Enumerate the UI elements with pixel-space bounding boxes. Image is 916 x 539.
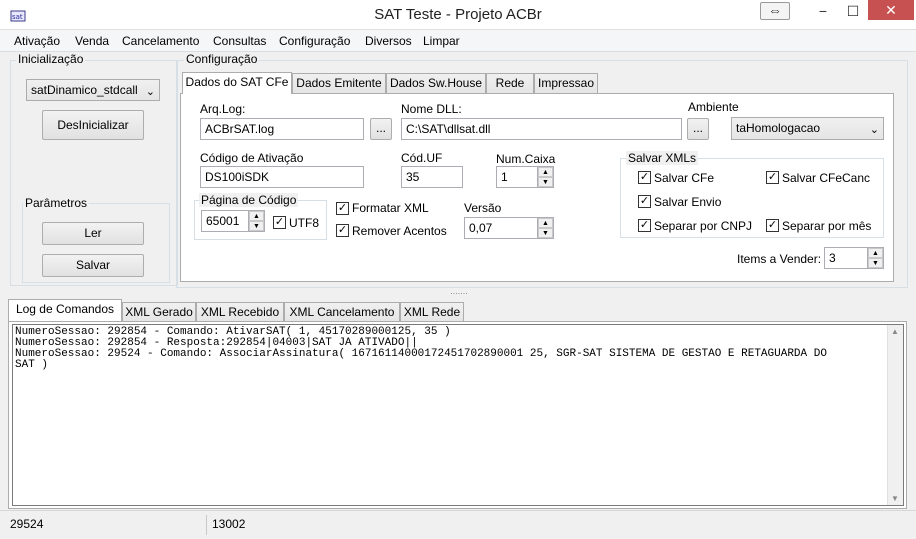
remover-acentos-checkbox[interactable]: ✓ [336, 224, 349, 237]
inicializacao-title: Inicialização [16, 52, 86, 66]
cod-uf-input[interactable]: 35 [401, 166, 463, 188]
menu-bar: Ativação Venda Cancelamento Consultas Co… [0, 30, 916, 52]
nome-dll-label: Nome DLL: [401, 102, 462, 116]
num-caixa-spinner[interactable]: 1 ▲ ▼ [496, 166, 554, 188]
desinicializar-button[interactable]: DesInicializar [42, 110, 144, 140]
formatar-xml-checkbox[interactable]: ✓ [336, 202, 349, 215]
utf8-checkbox[interactable]: ✓ [273, 216, 286, 229]
ler-button[interactable]: Ler [42, 222, 144, 245]
spin-down-icon[interactable]: ▼ [538, 177, 553, 187]
num-caixa-value: 1 [501, 170, 508, 184]
lib-combo[interactable]: satDinamico_stdcall ⌄ [26, 79, 160, 101]
nome-dll-input[interactable]: C:\SAT\dllsat.dll [401, 118, 682, 140]
chevron-down-icon: ⌄ [869, 124, 879, 136]
log-line: NumeroSessao: 29524 - Comando: AssociarA… [15, 348, 827, 360]
parametros-title: Parâmetros [23, 196, 90, 210]
log-textarea[interactable]: NumeroSessao: 292854 - Comando: AtivarSA… [12, 324, 904, 506]
versao-spinner[interactable]: 0,07 ▲ ▼ [464, 217, 554, 239]
cod-uf-label: Cód.UF [401, 151, 443, 165]
tab-xml-rede[interactable]: XML Rede [400, 302, 464, 322]
pagina-codigo-spin: ▲ ▼ [248, 211, 264, 231]
ambiente-label: Ambiente [688, 100, 739, 114]
salvar-button[interactable]: Salvar [42, 254, 144, 277]
pagina-codigo-value: 65001 [206, 214, 240, 228]
spin-up-icon[interactable]: ▲ [868, 248, 883, 258]
menu-venda[interactable]: Venda [75, 34, 109, 48]
scroll-up-icon[interactable]: ▲ [891, 327, 899, 336]
spin-down-icon[interactable]: ▼ [538, 228, 553, 238]
arq-log-label: Arq.Log: [200, 102, 246, 116]
restore-button[interactable]: ⇔ [760, 2, 790, 20]
ambiente-value: taHomologacao [736, 121, 821, 135]
salvar-cfecanc-checkbox[interactable]: ✓ [766, 171, 779, 184]
tab-dados-sat-cfe[interactable]: Dados do SAT CFe [182, 72, 292, 94]
menu-limpar[interactable]: Limpar [423, 34, 460, 48]
menu-configuracao[interactable]: Configuração [279, 34, 350, 48]
codigo-ativacao-label: Código de Ativação [200, 151, 304, 165]
lib-combo-value: satDinamico_stdcall [31, 83, 138, 97]
tab-impressao[interactable]: Impressao [534, 73, 598, 93]
tab-xml-recebido[interactable]: XML Recebido [196, 302, 284, 322]
status-right: 13002 [212, 517, 246, 531]
codigo-ativacao-input[interactable]: DS100iSDK [200, 166, 364, 188]
utf8-label: UTF8 [289, 216, 319, 230]
spin-up-icon[interactable]: ▲ [249, 211, 264, 221]
remover-acentos-label: Remover Acentos [352, 224, 447, 238]
splitter-grip[interactable]: ....... [444, 287, 474, 296]
scroll-down-icon[interactable]: ▼ [891, 494, 899, 503]
items-vender-label: Items a Vender: [737, 252, 822, 266]
tab-log-comandos[interactable]: Log de Comandos [8, 299, 122, 321]
separar-cnpj-label: Separar por CNPJ [654, 219, 753, 233]
menu-diversos[interactable]: Diversos [365, 34, 412, 48]
nome-dll-browse-button[interactable]: ... [687, 118, 709, 140]
tab-dados-sw-house[interactable]: Dados Sw.House [386, 73, 486, 93]
arq-log-browse-button[interactable]: ... [370, 118, 392, 140]
spin-down-icon[interactable]: ▼ [868, 258, 883, 268]
salvar-cfe-checkbox[interactable]: ✓ [638, 171, 651, 184]
minimize-button[interactable]: − [808, 0, 838, 22]
separar-cnpj-checkbox[interactable]: ✓ [638, 219, 651, 232]
num-caixa-spin: ▲ ▼ [537, 167, 553, 187]
menu-ativacao[interactable]: Ativação [14, 34, 60, 48]
log-scrollbar[interactable]: ▲ ▼ [887, 325, 903, 505]
status-left: 29524 [10, 517, 44, 531]
title-bar: sat SAT Teste - Projeto ACBr ⇔ − ☐ ✕ [0, 0, 916, 30]
arq-log-input[interactable]: ACBrSAT.log [200, 118, 364, 140]
status-bar: 29524 13002 [0, 510, 916, 539]
separar-mes-checkbox[interactable]: ✓ [766, 219, 779, 232]
log-line: SAT ) [15, 359, 49, 371]
ambiente-combo[interactable]: taHomologacao ⌄ [731, 117, 884, 140]
spin-up-icon[interactable]: ▲ [538, 218, 553, 228]
pagina-codigo-title: Página de Código [199, 193, 299, 207]
tab-xml-gerado[interactable]: XML Gerado [122, 302, 196, 322]
versao-label: Versão [464, 201, 502, 215]
status-divider [206, 515, 207, 535]
tab-rede[interactable]: Rede [486, 73, 534, 93]
salvar-xmls-title: Salvar XMLs [626, 151, 699, 165]
close-button[interactable]: ✕ [868, 0, 914, 20]
salvar-envio-label: Salvar Envio [654, 195, 722, 209]
chevron-down-icon: ⌄ [145, 86, 155, 98]
versao-spin: ▲ ▼ [537, 218, 553, 238]
tab-xml-cancelamento[interactable]: XML Cancelamento [284, 302, 400, 322]
pagina-codigo-spinner[interactable]: 65001 ▲ ▼ [201, 210, 265, 232]
separar-mes-label: Separar por mês [782, 219, 872, 233]
items-vender-spinner[interactable]: 3 ▲ ▼ [824, 247, 884, 269]
spin-up-icon[interactable]: ▲ [538, 167, 553, 177]
salvar-cfe-label: Salvar CFe [654, 171, 715, 185]
formatar-xml-label: Formatar XML [352, 201, 429, 215]
salvar-envio-checkbox[interactable]: ✓ [638, 195, 651, 208]
items-vender-spin: ▲ ▼ [867, 248, 883, 268]
spin-down-icon[interactable]: ▼ [249, 221, 264, 231]
maximize-button[interactable]: ☐ [838, 0, 868, 22]
configuracao-title: Configuração [184, 52, 260, 66]
salvar-cfecanc-label: Salvar CFeCanc [782, 171, 871, 185]
num-caixa-label: Num.Caixa [496, 152, 556, 166]
items-vender-value: 3 [829, 251, 836, 265]
menu-cancelamento[interactable]: Cancelamento [122, 34, 199, 48]
versao-value: 0,07 [469, 221, 493, 235]
menu-consultas[interactable]: Consultas [213, 34, 266, 48]
tab-dados-emitente[interactable]: Dados Emitente [292, 73, 386, 93]
